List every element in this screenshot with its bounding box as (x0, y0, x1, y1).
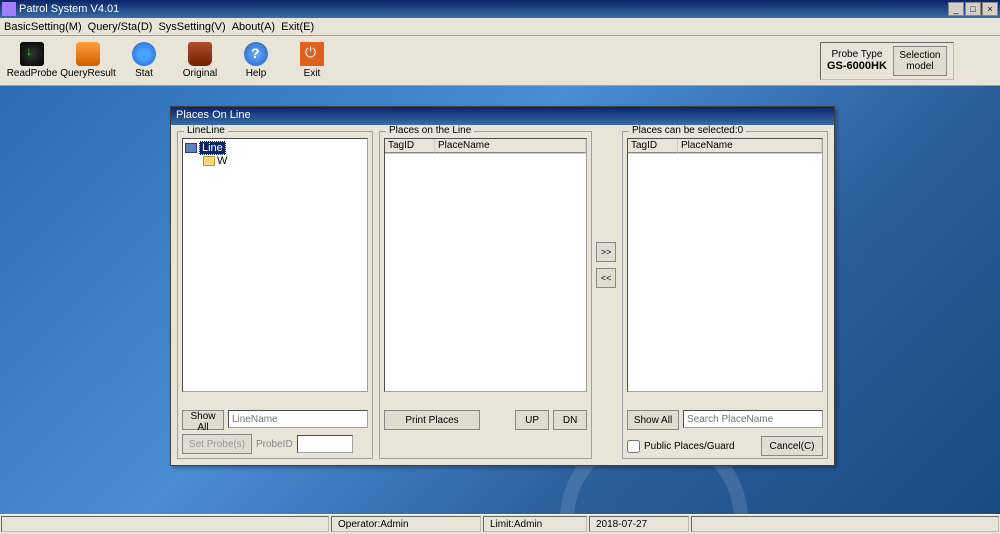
toolbar-original[interactable]: Original (172, 38, 228, 84)
folder-icon (203, 156, 215, 166)
status-operator: Operator:Admin (331, 516, 481, 532)
toolbar-query-result[interactable]: QueryResult (60, 38, 116, 84)
up-button[interactable]: UP (515, 410, 549, 430)
toolbar-read-probe[interactable]: ReadProbe (4, 38, 60, 84)
status-bar: Operator:Admin Limit:Admin 2018-07-27 (0, 514, 1000, 534)
menu-exit[interactable]: Exit(E) (281, 21, 314, 33)
menu-sys-setting[interactable]: SysSetting(V) (158, 21, 225, 33)
col-placename[interactable]: PlaceName (435, 139, 586, 153)
minimize-button[interactable]: _ (948, 2, 964, 16)
line-name-input[interactable] (228, 410, 368, 428)
dialog-title: Places On Line (171, 107, 834, 125)
places-on-line-label: Places on the Line (386, 125, 474, 136)
close-button[interactable]: × (982, 2, 998, 16)
toolbar-exit[interactable]: Exit (284, 38, 340, 84)
search-placename-input[interactable] (683, 410, 823, 428)
col-placename-2[interactable]: PlaceName (678, 139, 822, 153)
tree-root-icon (185, 143, 197, 153)
col-tagid-2[interactable]: TagID (628, 139, 678, 153)
places-selectable-list[interactable]: TagID PlaceName (627, 138, 823, 392)
status-rest (691, 516, 999, 532)
list-header-2: TagID PlaceName (628, 139, 822, 154)
title-bar: Patrol System V4.01 _ □ × (0, 0, 1000, 18)
toolbar: ReadProbe QueryResult Stat Original Help… (0, 36, 1000, 86)
cancel-button[interactable]: Cancel(C) (761, 436, 823, 456)
public-places-label: Public Places/Guard (644, 441, 735, 452)
show-all-lines-button[interactable]: Show All (182, 410, 224, 430)
stat-icon (132, 42, 156, 66)
probe-type-value: GS-6000HK (827, 60, 887, 72)
help-icon (244, 42, 268, 66)
move-right-button[interactable]: >> (596, 242, 616, 262)
tree-child-item[interactable]: W (203, 155, 365, 167)
menu-basic-setting[interactable]: BasicSetting(M) (4, 21, 82, 33)
menu-query-sta[interactable]: Query/Sta(D) (88, 21, 153, 33)
query-result-icon (76, 42, 100, 66)
toolbar-help[interactable]: Help (228, 38, 284, 84)
places-on-line-list[interactable]: TagID PlaceName (384, 138, 587, 392)
dn-button[interactable]: DN (553, 410, 587, 430)
probe-id-input[interactable] (297, 435, 353, 453)
status-limit: Limit:Admin (483, 516, 587, 532)
probe-type-label: Probe Type (827, 49, 887, 60)
places-selectable-label: Places can be selected:0 (629, 125, 746, 136)
status-date: 2018-07-27 (589, 516, 689, 532)
tree-root-item[interactable]: Line (185, 141, 365, 155)
places-selectable-group: Places can be selected:0 TagID PlaceName… (622, 131, 828, 459)
menu-about[interactable]: About(A) (232, 21, 275, 33)
col-tagid[interactable]: TagID (385, 139, 435, 153)
transfer-buttons: >> << (596, 101, 618, 429)
toolbar-stat[interactable]: Stat (116, 38, 172, 84)
show-all-places-button[interactable]: Show All (627, 410, 679, 430)
places-on-line-group: Places on the Line TagID PlaceName Print… (379, 131, 592, 459)
maximize-button[interactable]: □ (965, 2, 981, 16)
probe-id-label: ProbeID (256, 439, 293, 450)
list-header: TagID PlaceName (385, 139, 586, 154)
exit-icon (300, 42, 324, 66)
set-probe-button[interactable]: Set Probe(s) (182, 434, 252, 454)
probe-type-panel: Probe Type GS-6000HK Selection model (820, 42, 954, 80)
menu-bar: BasicSetting(M) Query/Sta(D) SysSetting(… (0, 18, 1000, 36)
tree-child-label: W (217, 155, 227, 167)
public-places-checkbox[interactable] (627, 440, 640, 453)
desktop-area: JINHAIGE ELECTRONICS Places On Line Line… (0, 86, 1000, 514)
places-on-line-dialog: Places On Line LineLine Line W Show All (170, 106, 835, 466)
status-empty (1, 516, 329, 532)
line-group-label: LineLine (184, 125, 228, 136)
line-group: LineLine Line W Show All Set P (177, 131, 373, 459)
app-title: Patrol System V4.01 (19, 3, 948, 15)
selection-model-button[interactable]: Selection model (893, 46, 947, 76)
original-icon (188, 42, 212, 66)
line-tree[interactable]: Line W (182, 138, 368, 392)
tree-root-label: Line (199, 141, 226, 155)
app-icon (2, 2, 16, 16)
print-places-button[interactable]: Print Places (384, 410, 480, 430)
read-probe-icon (20, 42, 44, 66)
move-left-button[interactable]: << (596, 268, 616, 288)
